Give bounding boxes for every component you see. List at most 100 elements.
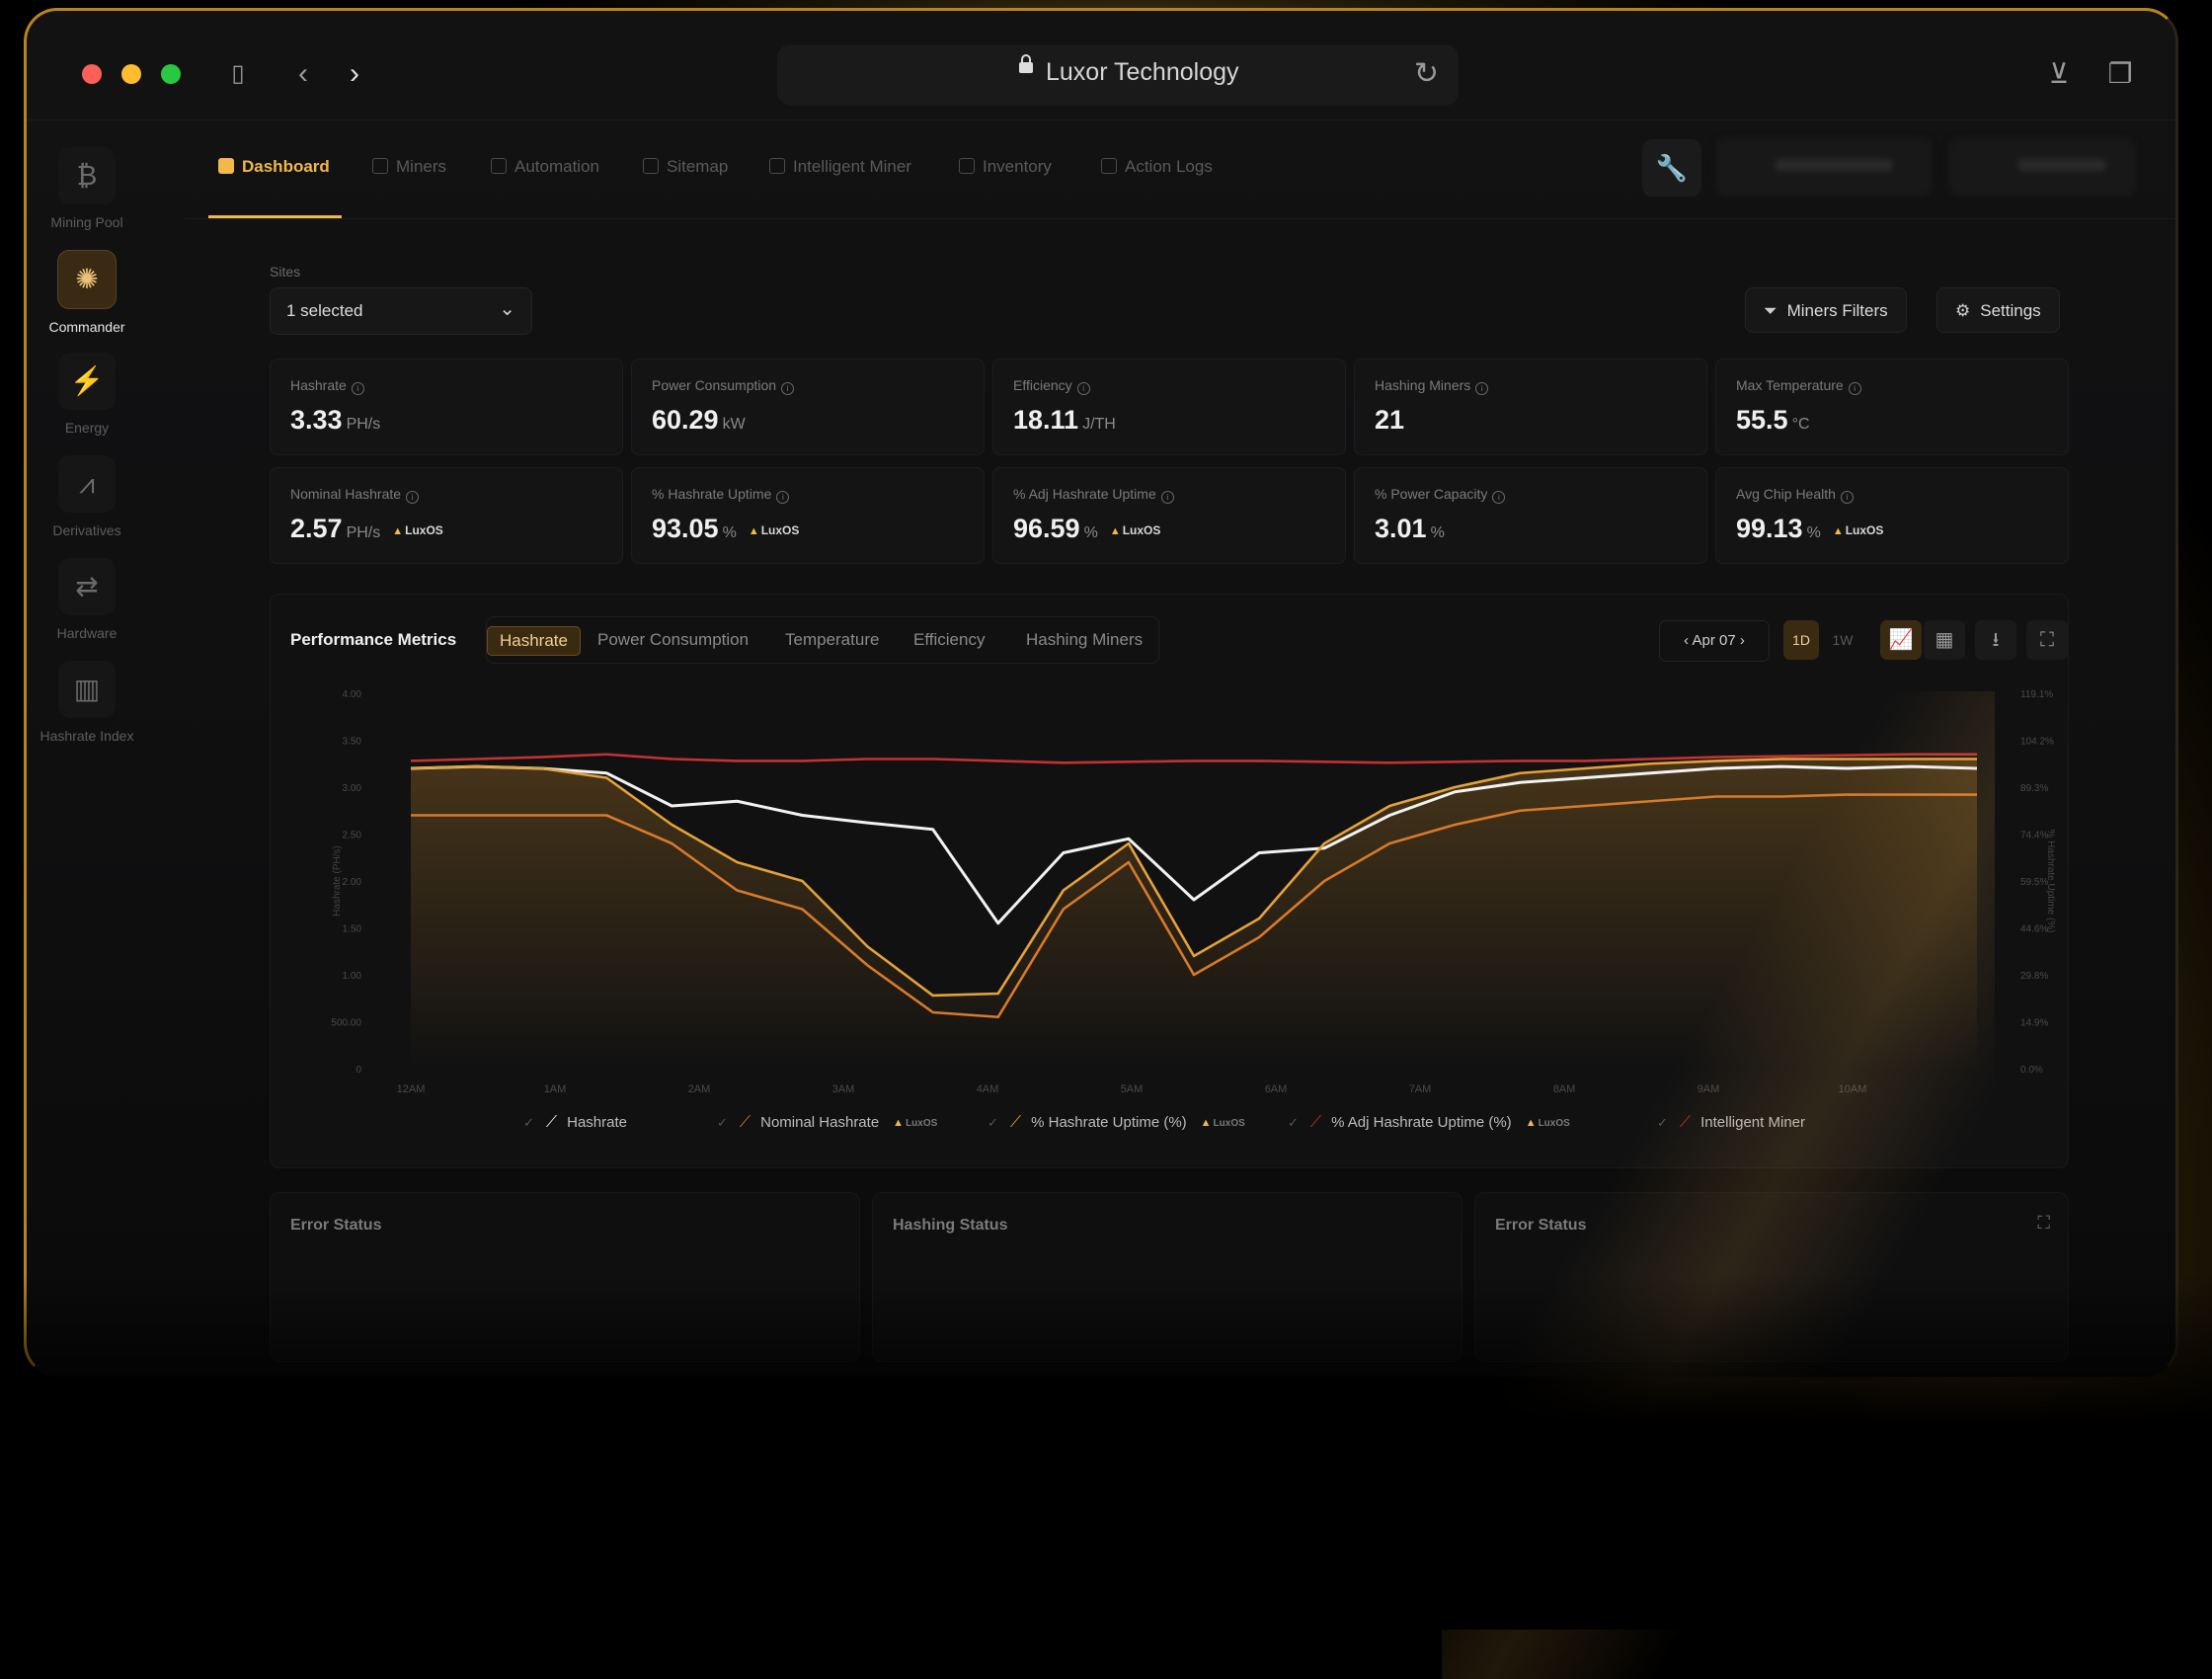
- sidebar-item-label: Energy: [64, 420, 110, 436]
- miners-filters-button[interactable]: ⏷ Miners Filters: [1745, 287, 1907, 333]
- expand-icon[interactable]: ⛶: [2037, 1213, 2050, 1234]
- legend-item[interactable]: ✓ ⟋ % Hashrate Uptime (%) LuxOS: [988, 1108, 1245, 1139]
- info-icon[interactable]: i: [1492, 491, 1506, 504]
- checkbox-icon[interactable]: ✓: [1657, 1115, 1668, 1130]
- info-icon[interactable]: i: [781, 382, 795, 395]
- sidebar-item-energy[interactable]: ⚡ Energy: [27, 353, 147, 436]
- y-right-tick-label: 74.4%: [2020, 831, 2048, 841]
- site-switcher[interactable]: [1715, 137, 1933, 197]
- kpi-label: Hashing Miners i: [1375, 377, 1489, 395]
- kpi-unit: J/TH: [1082, 416, 1116, 433]
- info-icon[interactable]: i: [1848, 382, 1861, 395]
- wrench-icon[interactable]: 🔧: [1642, 139, 1701, 197]
- kpi-label: Nominal Hashrate i: [290, 486, 420, 504]
- commander-icon: ✺: [57, 250, 117, 309]
- info-icon[interactable]: i: [1840, 491, 1854, 504]
- tab-inventory[interactable]: Inventory: [959, 157, 1052, 177]
- luxos-badge: LuxOS: [1526, 1108, 1570, 1139]
- y-right-tick-label: 59.5%: [2020, 877, 2048, 888]
- sidebar-item-mining-pool[interactable]: ₿ Mining Pool: [27, 147, 147, 230]
- tab-sitemap[interactable]: Sitemap: [643, 157, 728, 177]
- tab-intelligent-miner[interactable]: Intelligent Miner: [769, 157, 911, 177]
- download-icon[interactable]: ⊻: [2041, 56, 2077, 92]
- x-tick-label: 10AM: [1839, 1083, 1867, 1095]
- info-icon[interactable]: i: [1160, 491, 1174, 504]
- legend-label: % Hashrate Uptime (%): [1031, 1114, 1187, 1131]
- date-selector[interactable]: ‹ Apr 07 ›: [1659, 620, 1770, 662]
- metric-tab-hashing-miners[interactable]: Hashing Miners: [1014, 626, 1154, 654]
- sidebar-item-hashrate-index[interactable]: ▥ Hashrate Index: [27, 661, 147, 744]
- close-window-button[interactable]: [82, 64, 102, 84]
- bolt-icon: ⚡: [58, 353, 116, 410]
- metric-tab-efficiency[interactable]: Efficiency: [902, 626, 996, 654]
- kpi-label: Efficiency i: [1013, 377, 1090, 395]
- address-bar[interactable]: Luxor Technology ↻: [777, 44, 1459, 106]
- y-left-tick-label: 500.00: [331, 1018, 361, 1029]
- error-status-title: Error Status: [290, 1217, 382, 1234]
- range-1w-button[interactable]: 1W: [1825, 620, 1860, 660]
- back-arrow-icon[interactable]: ‹: [285, 56, 321, 92]
- luxos-badge: LuxOS: [1201, 1108, 1245, 1139]
- checkbox-icon[interactable]: ✓: [523, 1115, 534, 1130]
- legend-label: Nominal Hashrate: [760, 1114, 880, 1131]
- legend-item[interactable]: ✓ ⟋ % Adj Hashrate Uptime (%) LuxOS: [1288, 1108, 1570, 1139]
- settings-button[interactable]: ⚙ Settings: [1936, 287, 2060, 333]
- sidebar-item-hardware[interactable]: ⇄ Hardware: [27, 558, 147, 641]
- metric-tab-temperature[interactable]: Temperature: [773, 626, 891, 654]
- line-chart-icon[interactable]: 📈: [1880, 620, 1922, 660]
- tab-dashboard[interactable]: Dashboard: [218, 157, 330, 177]
- line-icon: ⟋: [1009, 1114, 1022, 1131]
- legend-label: Hashrate: [567, 1114, 627, 1131]
- kpi-card: Nominal Hashratei2.57PH/sLuxOS: [270, 467, 623, 564]
- metric-tab-hashrate[interactable]: Hashrate: [487, 626, 581, 656]
- kpi-unit: %: [1806, 524, 1821, 541]
- luxos-badge: LuxOS: [392, 523, 443, 537]
- metric-tab-power-consumption[interactable]: Power Consumption: [586, 626, 760, 654]
- kpi-value: 3.01%: [1375, 514, 1445, 543]
- minimize-window-button[interactable]: [121, 64, 141, 84]
- download-chart-icon[interactable]: ⭳: [1975, 620, 2016, 660]
- sidebar-item-commander[interactable]: ✺ Commander: [27, 250, 147, 335]
- sidebar-item-derivatives[interactable]: ⩘ Derivatives: [27, 455, 147, 538]
- tab-action-logs[interactable]: Action Logs: [1101, 157, 1213, 177]
- kpi-card: % Adj Hashrate Uptimei96.59%LuxOS: [992, 467, 1346, 564]
- checkbox-icon[interactable]: ✓: [988, 1115, 998, 1130]
- tab-automation[interactable]: Automation: [491, 157, 599, 177]
- line-icon: ⟋: [739, 1114, 751, 1131]
- browser-titlebar: ▯ ‹ › Luxor Technology ↻ ⊻ ❐: [27, 11, 2175, 120]
- performance-metrics-panel: Performance Metrics Hashrate Power Consu…: [270, 594, 2069, 1168]
- zoom-window-button[interactable]: [161, 64, 181, 84]
- info-icon[interactable]: i: [1475, 382, 1489, 395]
- legend-label: % Adj Hashrate Uptime (%): [1331, 1114, 1512, 1131]
- legend-item[interactable]: ✓ ⟋ Intelligent Miner: [1657, 1108, 1805, 1138]
- kpi-card: Max Temperature i 55.5 °C: [1715, 359, 2069, 455]
- y-right-tick-label: 14.9%: [2020, 1018, 2048, 1029]
- checkbox-icon[interactable]: ✓: [1288, 1115, 1299, 1130]
- fullscreen-icon[interactable]: ⛶: [2026, 620, 2068, 660]
- tabs-overview-icon[interactable]: ❐: [2102, 56, 2138, 92]
- address-title: Luxor Technology: [1046, 58, 1239, 86]
- reload-icon[interactable]: ↻: [1414, 56, 1439, 91]
- sidebar-toggle-icon[interactable]: ▯: [220, 56, 256, 92]
- y-left-tick-label: 3.50: [343, 737, 362, 748]
- tab-miners[interactable]: Miners: [372, 157, 446, 177]
- y-right-tick-label: 119.1%: [2020, 689, 2053, 700]
- info-icon[interactable]: i: [776, 491, 790, 504]
- checkbox-icon[interactable]: ✓: [717, 1115, 728, 1130]
- info-icon[interactable]: i: [1076, 382, 1090, 395]
- sidebar-item-label: Mining Pool: [50, 214, 123, 230]
- legend-item[interactable]: ✓ ⟋ Hashrate: [523, 1108, 627, 1138]
- lock-icon: [1019, 54, 1033, 73]
- range-1d-button[interactable]: 1D: [1783, 620, 1819, 660]
- info-icon[interactable]: i: [351, 382, 364, 395]
- sites-label: Sites: [270, 264, 301, 280]
- x-tick-label: 4AM: [977, 1083, 999, 1095]
- forward-arrow-icon[interactable]: ›: [337, 56, 372, 92]
- y-left-tick-label: 1.00: [343, 971, 362, 982]
- account-menu[interactable]: [1948, 137, 2136, 197]
- legend-item[interactable]: ✓ ⟋ Nominal Hashrate LuxOS: [717, 1108, 937, 1139]
- sites-select[interactable]: 1 selected ⌄: [270, 287, 532, 335]
- luxos-badge: LuxOS: [1110, 523, 1161, 537]
- info-icon[interactable]: i: [406, 491, 420, 504]
- table-view-icon[interactable]: ▦: [1924, 620, 1965, 660]
